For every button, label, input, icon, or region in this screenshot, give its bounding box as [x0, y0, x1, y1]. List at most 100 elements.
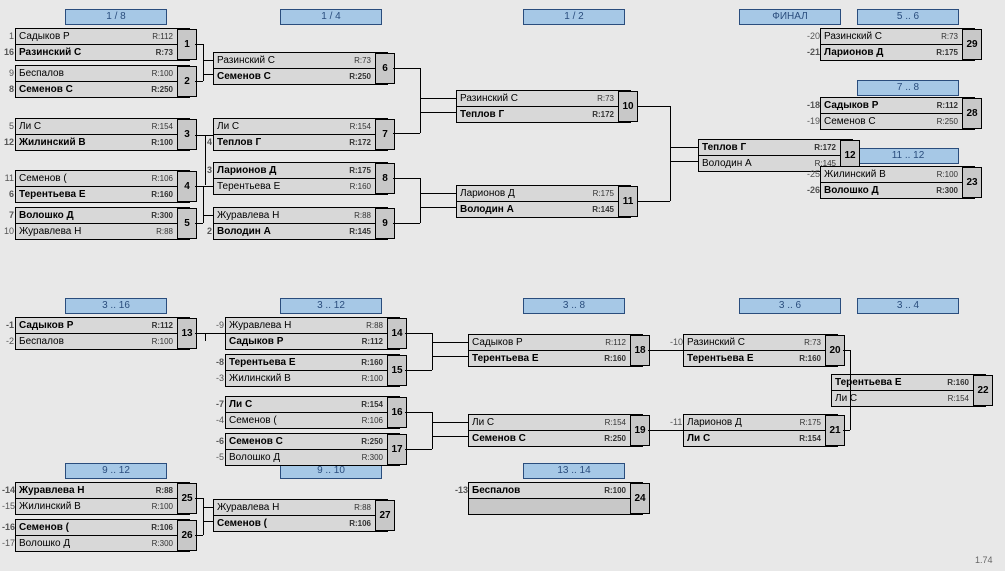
match-row: -26Волошко ДR:300W [820, 182, 975, 199]
match-2: 9БеспаловR:1001 8Семенов СR:2503 [15, 66, 190, 98]
match-8: 3Ларионов ДR:1753 Терентьева ЕR:1600 [213, 163, 388, 195]
match-number: 2 [177, 66, 197, 97]
connector [195, 333, 225, 334]
match-29: -20Разинский СR:730 -21Ларионов ДR:1753 [820, 29, 975, 61]
match-row: -5Волошко ДR:3002 [225, 449, 400, 466]
match-number: 17 [387, 434, 407, 465]
match-number: 3 [177, 119, 197, 150]
match-number: 29 [962, 29, 982, 60]
match-row: 1Садыков РR:1122 [15, 28, 190, 45]
connector [203, 507, 213, 508]
match-number: 24 [630, 483, 650, 514]
match-row: Володин АR:1453 [456, 201, 631, 218]
match-number: 14 [387, 318, 407, 349]
match-4: 11Семенов (R:1060 6Терентьева ЕR:1603 [15, 171, 190, 203]
header-3-4: 3 .. 4 [857, 298, 959, 314]
header-final: ФИНАЛ [739, 9, 841, 25]
match-number: 13 [177, 318, 197, 349]
match-number: 6 [375, 53, 395, 84]
header-1-4: 1 / 4 [280, 9, 382, 25]
header-7-8: 7 .. 8 [857, 80, 959, 96]
match-row: -11Ларионов ДR:1752 [683, 414, 838, 431]
bracket-canvas: 1 / 8 1 / 4 1 / 2 ФИНАЛ 5 .. 6 7 .. 8 11… [0, 0, 1005, 571]
connector [670, 106, 671, 201]
match-3: 5Ли СR:1540 12Жилинский ВR:1003 [15, 119, 190, 151]
match-9: Журавлева НR:880 2Володин АR:1453 [213, 208, 388, 240]
connector [203, 215, 213, 216]
match-row: Теплов ГR:1723 [456, 106, 631, 123]
match-22: Терентьева ЕR:1603 Ли СR:1540 [831, 375, 986, 407]
header-1-8: 1 / 8 [65, 9, 167, 25]
match-row: -15Жилинский ВR:100L [15, 498, 190, 515]
match-row: -9Журавлева НR:881 [225, 317, 400, 334]
match-row: 11Семенов (R:1060 [15, 170, 190, 187]
connector [670, 147, 698, 148]
connector [195, 81, 203, 82]
match-11: Ларионов ДR:1750 Володин АR:1453 [456, 186, 631, 218]
match-row: -14Журавлева НR:88W [15, 482, 190, 499]
match-24: -13БеспаловR:100W [468, 483, 643, 515]
match-row: Терентьева ЕR:1603 [468, 350, 643, 367]
match-row-empty [468, 498, 643, 515]
match-14: -9Журавлева НR:881 Садыков РR:1123 [225, 318, 400, 350]
match-row: -18Садыков РR:112L [820, 97, 975, 114]
match-row: Ли СR:1540 [213, 118, 388, 135]
match-row: Ли СR:1540 [468, 414, 643, 431]
match-row: -20Разинский СR:730 [820, 28, 975, 45]
match-number: 1 [177, 29, 197, 60]
connector [670, 161, 698, 162]
match-7: Ли СR:1540 4Теплов ГR:1723 [213, 119, 388, 151]
connector [420, 98, 456, 99]
match-row: -19Семенов СR:250W [820, 113, 975, 130]
match-21: -11Ларионов ДR:1752 Ли СR:1543 [683, 415, 838, 447]
connector [195, 135, 213, 136]
connector [637, 201, 670, 202]
match-row: Терентьева ЕR:1603 [831, 374, 986, 391]
connector [195, 223, 203, 224]
match-row: Теплов ГR:1723 [698, 139, 853, 156]
match-number: 16 [387, 397, 407, 428]
connector [432, 333, 433, 370]
match-row: 2Володин АR:1453 [213, 223, 388, 240]
match-row: -16Семенов (R:1060 [15, 519, 190, 536]
match-row: Семенов СR:2503 [213, 68, 388, 85]
connector [648, 350, 684, 351]
header-3-8: 3 .. 8 [523, 298, 625, 314]
connector [420, 193, 456, 194]
match-number: 15 [387, 355, 407, 386]
connector [203, 60, 213, 61]
match-1: 1Садыков РR:1122 16Разинский СR:733 [15, 29, 190, 61]
connector [432, 422, 468, 423]
match-15: -8Терентьева ЕR:1602 -3Жилинский ВR:1003 [225, 355, 400, 387]
connector [432, 356, 468, 357]
match-row: 10Журавлева НR:880 [15, 223, 190, 240]
match-row: Журавлева НR:880 [213, 499, 388, 516]
match-row: Разинский СR:730 [456, 90, 631, 107]
match-row: 5Ли СR:1540 [15, 118, 190, 135]
connector [393, 178, 420, 179]
connector [420, 68, 421, 133]
version-footer: 1.74 [975, 555, 993, 565]
connector [432, 412, 433, 449]
match-20: -10Разинский СR:730 Терентьева ЕR:1603 [683, 335, 838, 367]
match-28: -18Садыков РR:112L -19Семенов СR:250W [820, 98, 975, 130]
connector [205, 135, 206, 185]
match-number: 7 [375, 119, 395, 150]
match-row: Ли СR:1543 [683, 430, 838, 447]
connector [203, 521, 213, 522]
match-row: -21Ларионов ДR:1753 [820, 44, 975, 61]
header-3-6: 3 .. 6 [739, 298, 841, 314]
connector [420, 178, 421, 223]
match-13: -1Садыков РR:1120 -2БеспаловR:1003 [15, 318, 190, 350]
match-row: -6Семенов СR:2503 [225, 433, 400, 450]
connector [405, 333, 432, 334]
connector [393, 133, 420, 134]
connector [205, 333, 206, 341]
header-5-6: 5 .. 6 [857, 9, 959, 25]
match-row: -10Разинский СR:730 [683, 334, 838, 351]
connector [648, 430, 684, 431]
match-row: -4Семенов (R:1060 [225, 412, 400, 429]
match-row: Семенов (R:1063 [213, 515, 388, 532]
connector [432, 436, 468, 437]
match-row: 7Волошко ДR:3003 [15, 207, 190, 224]
